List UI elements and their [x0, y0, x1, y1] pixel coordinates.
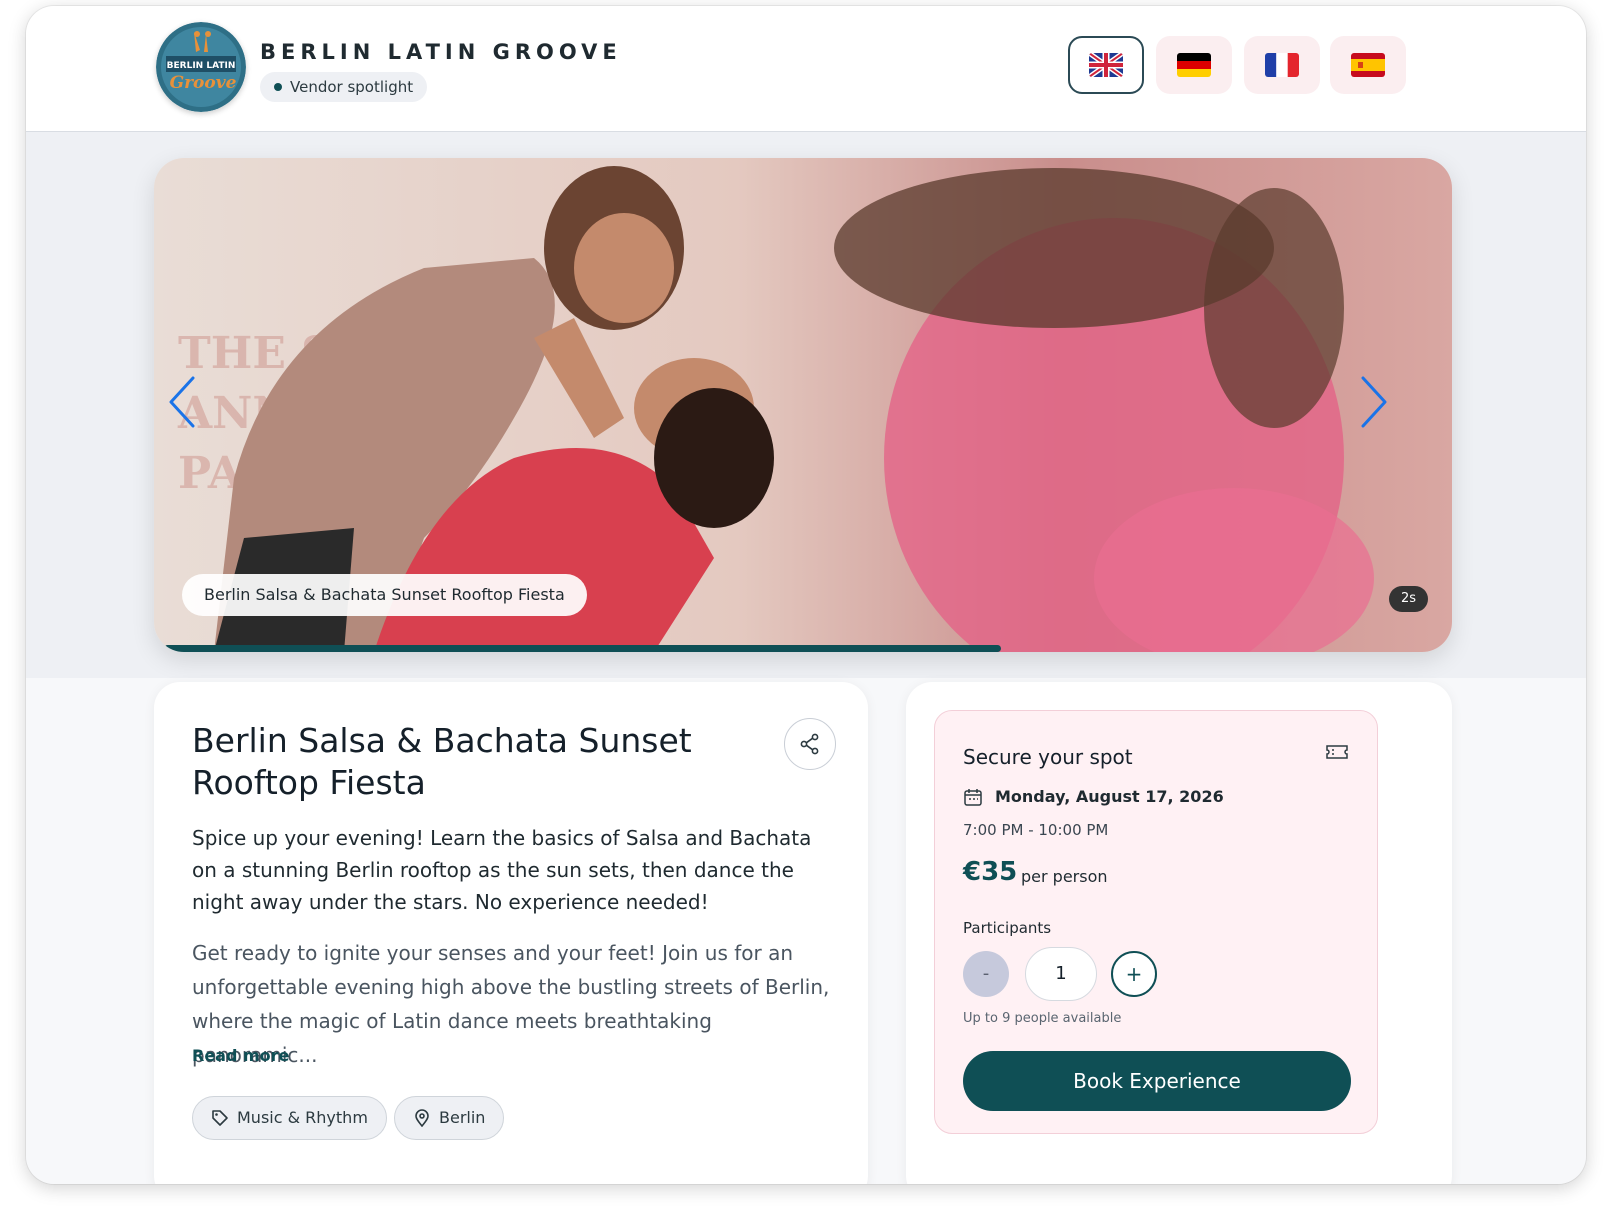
language-button-es[interactable]: [1330, 36, 1406, 94]
booking-time: 7:00 PM - 10:00 PM: [963, 821, 1109, 839]
event-description: Get ready to ignite your senses and your…: [192, 941, 830, 1067]
read-more-link[interactable]: Read more: [192, 1046, 289, 1065]
booking-card: Secure your spot Monday, August 17, 2026…: [906, 682, 1452, 1184]
carousel-progress-fill: [164, 645, 1002, 652]
carousel-caption: Berlin Salsa & Bachata Sunset Rooftop Fi…: [182, 574, 587, 616]
carousel-prev-button[interactable]: [162, 372, 202, 432]
tag-chip-location[interactable]: Berlin: [394, 1096, 505, 1140]
booking-date: Monday, August 17, 2026: [995, 787, 1224, 806]
badge-label: Vendor spotlight: [290, 78, 414, 96]
calendar-icon: [964, 789, 982, 806]
france-flag-icon: [1265, 53, 1299, 77]
image-carousel[interactable]: THE ST ANN PA Berlin Salsa & Bachata Sun…: [154, 158, 1452, 652]
tag-chip-label: Berlin: [439, 1108, 486, 1127]
decrease-participants-button[interactable]: -: [963, 951, 1009, 997]
location-pin-icon: [415, 1109, 429, 1127]
chevron-left-icon: [169, 376, 195, 428]
event-detail-card: Berlin Salsa & Bachata Sunset Rooftop Fi…: [154, 682, 868, 1184]
germany-flag-icon: [1177, 53, 1211, 77]
participants-label: Participants: [963, 919, 1052, 937]
uk-flag-icon: [1089, 53, 1123, 77]
booking-price: €35: [963, 857, 1018, 887]
booking-title: Secure your spot: [963, 745, 1133, 769]
spain-flag-icon: [1351, 53, 1385, 77]
share-button[interactable]: [784, 718, 836, 770]
tag-chip-category[interactable]: Music & Rhythm: [192, 1096, 387, 1140]
book-experience-button[interactable]: Book Experience: [963, 1051, 1351, 1111]
header: BERLIN LATIN Groove BERLIN LATIN GROOVE …: [26, 6, 1586, 132]
event-lead: Spice up your evening! Learn the basics …: [192, 826, 812, 914]
ticket-icon: [1326, 745, 1348, 759]
vendor-badge: Vendor spotlight: [260, 72, 428, 102]
carousel-timer: 2s: [1388, 586, 1428, 612]
participants-quantity-field[interactable]: 1: [1025, 947, 1097, 1001]
carousel-next-button[interactable]: [1354, 372, 1394, 432]
language-button-de[interactable]: [1156, 36, 1232, 94]
booking-panel: Secure your spot Monday, August 17, 2026…: [934, 710, 1378, 1134]
logo-text: BERLIN LATIN: [167, 61, 236, 71]
brand-title: BERLIN LATIN GROOVE: [260, 40, 622, 64]
event-title: Berlin Salsa & Bachata Sunset Rooftop Fi…: [192, 721, 692, 802]
availability-note: Up to 9 people available: [963, 1011, 1122, 1026]
brand-logo[interactable]: BERLIN LATIN Groove: [156, 22, 246, 112]
language-button-en[interactable]: [1068, 36, 1144, 94]
language-button-fr[interactable]: [1244, 36, 1320, 94]
increase-participants-button[interactable]: +: [1111, 951, 1157, 997]
chevron-right-icon: [1361, 376, 1387, 428]
share-icon: [800, 733, 819, 755]
carousel-progress-track: [154, 644, 1452, 652]
tag-icon: [212, 1110, 228, 1126]
tag-chip-label: Music & Rhythm: [237, 1108, 368, 1127]
price-unit: per person: [1021, 867, 1108, 886]
status-dot-icon: [274, 83, 282, 91]
app-window: BERLIN LATIN Groove BERLIN LATIN GROOVE …: [26, 6, 1586, 1184]
logo-script: Groove: [170, 73, 237, 93]
